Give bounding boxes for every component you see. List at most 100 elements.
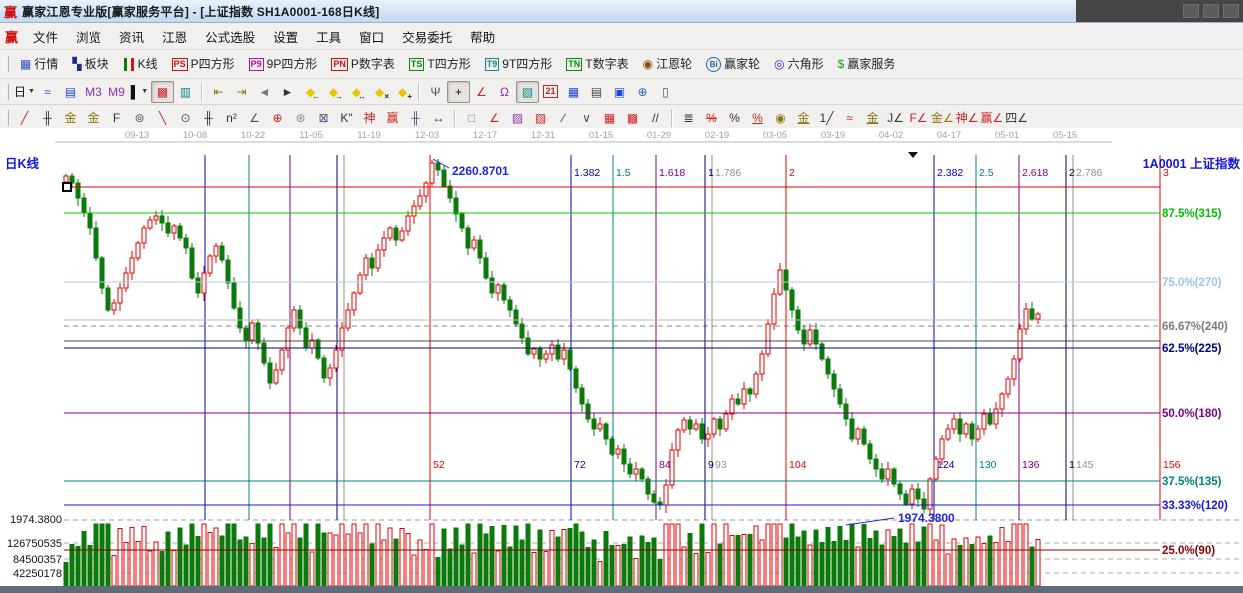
menu-item-公式选股[interactable]: 公式选股 [196, 23, 264, 50]
time-grid-icon[interactable]: ╫ [36, 107, 59, 129]
gold-angle-icon[interactable]: 金∠ [930, 107, 955, 129]
maximize-icon[interactable] [1203, 4, 1219, 18]
candle-style-icon[interactable]: ▌▼ [128, 81, 151, 103]
measure-pen-icon[interactable]: ╲ [151, 107, 174, 129]
menu-item-江恩[interactable]: 江恩 [153, 23, 196, 50]
gold-base-icon[interactable]: 金 [861, 107, 884, 129]
wave-overlay-icon[interactable]: ≈ [838, 107, 861, 129]
web-sync-icon[interactable]: ⊕ [631, 81, 654, 103]
notes-icon[interactable]: ▤ [585, 81, 608, 103]
gann-fan-icon[interactable]: ∠ [483, 107, 506, 129]
gann-wheel-button[interactable]: ◉江恩轮 [636, 52, 700, 76]
fib-grid-icon[interactable]: F [105, 107, 128, 129]
histogram-panel-icon[interactable]: ▥ [174, 81, 197, 103]
menu-item-窗口[interactable]: 窗口 [350, 23, 393, 50]
info-panel-icon[interactable]: ▤ [59, 81, 82, 103]
next-bar-icon[interactable]: ► [276, 81, 299, 103]
menu-item-帮助[interactable]: 帮助 [461, 23, 504, 50]
compress-xy-icon[interactable]: ◆× [368, 81, 391, 103]
menu-item-资讯[interactable]: 资讯 [110, 23, 153, 50]
win-angle-icon[interactable]: 赢∠ [980, 107, 1005, 129]
percent-line-icon[interactable]: % [700, 107, 723, 129]
hexagon-button[interactable]: ◎六角形 [767, 52, 831, 76]
pen-tool-icon[interactable]: ╱ [13, 107, 36, 129]
market-quotes-button[interactable]: ▦行情 [13, 52, 65, 76]
kline-chart-button[interactable]: K线 [116, 52, 165, 76]
grid-123-icon[interactable]: ╫ [404, 107, 427, 129]
workstation-icon[interactable]: ▯ [654, 81, 677, 103]
gold-circle-icon[interactable]: ◉ [769, 107, 792, 129]
box-frame-icon[interactable]: □ [460, 107, 483, 129]
shen-angle-icon[interactable]: 神∠ [955, 107, 980, 129]
p-square-button[interactable]: PSP四方形 [165, 52, 242, 76]
span-measure-icon[interactable]: ↔ [427, 107, 450, 129]
period-selector-icon[interactable]: 日▼ [13, 81, 36, 103]
last-page-icon[interactable]: ⇥ [230, 81, 253, 103]
9t-square-button[interactable]: T99T四方形 [478, 52, 560, 76]
wave-9-icon[interactable]: M9 [105, 81, 128, 103]
calculator-icon[interactable]: ▦ [562, 81, 585, 103]
9p-square-button[interactable]: P99P四方形 [242, 52, 325, 76]
menu-item-设置[interactable]: 设置 [264, 23, 307, 50]
save-icon[interactable]: ▣ [608, 81, 631, 103]
fan-box-red-icon[interactable]: ▧ [529, 107, 552, 129]
first-page-icon[interactable]: ⇤ [207, 81, 230, 103]
j-angle-icon[interactable]: J∠ [884, 107, 907, 129]
pattern-overlay-icon[interactable]: ≈ [36, 81, 59, 103]
wave-3-icon[interactable]: M3 [82, 81, 105, 103]
sectors-button[interactable]: ▚板块 [65, 52, 115, 76]
trend-lines-icon[interactable]: ∕ [552, 107, 575, 129]
pen-1-icon[interactable]: 1╱ [815, 107, 838, 129]
pattern-red-icon[interactable]: ▩ [151, 81, 174, 103]
menu-item-文件[interactable]: 文件 [24, 23, 67, 50]
gann-shape-icon[interactable]: Ω [493, 81, 516, 103]
toolbar-grip[interactable] [4, 84, 9, 100]
toolbar-grip[interactable] [4, 56, 9, 72]
gold-grid-icon[interactable]: 金 [59, 107, 82, 129]
grid-red-arrow-icon[interactable]: ▩ [621, 107, 644, 129]
menu-item-交易委托[interactable]: 交易委托 [393, 23, 461, 50]
toolbar-grip[interactable] [4, 110, 9, 126]
winner-service-button[interactable]: $赢家服务 [831, 52, 903, 76]
compass-star-icon[interactable]: ⊛ [289, 107, 312, 129]
v-lines-icon[interactable]: ∨ [575, 107, 598, 129]
shen-grid-icon[interactable]: 神 [358, 107, 381, 129]
fan-box-purple-icon[interactable]: ▨ [506, 107, 529, 129]
zoom-in-x-icon[interactable]: ◆→ [322, 81, 345, 103]
menu-item-浏览[interactable]: 浏览 [67, 23, 110, 50]
t-square-button[interactable]: TST四方形 [402, 52, 478, 76]
stats-columns-icon[interactable]: ≣ [677, 107, 700, 129]
n2-grid-icon[interactable]: n² [220, 107, 243, 129]
time-cycle-icon[interactable]: ⊙ [174, 107, 197, 129]
pattern-teal-icon[interactable]: ▧ [516, 81, 539, 103]
chart-canvas[interactable]: 66.67%(240)87.5%(315)75.0%(270)62.5%(225… [0, 128, 1243, 593]
menu-item-工具[interactable]: 工具 [307, 23, 350, 50]
gold-grid-2-icon[interactable]: 金 [82, 107, 105, 129]
percent-icon[interactable]: % [723, 107, 746, 129]
calendar-icon[interactable]: 21 [539, 81, 562, 103]
hand-tool-icon[interactable]: Ψ [424, 81, 447, 103]
gold-level-icon[interactable]: 金 [792, 107, 815, 129]
crosshair-tool-icon[interactable]: + [447, 81, 470, 103]
f-angle-icon[interactable]: F∠ [907, 107, 930, 129]
winner-wheel-button[interactable]: Bi赢家轮 [699, 52, 767, 76]
grid-red-icon[interactable]: ▦ [598, 107, 621, 129]
t-number-table-button[interactable]: TNT数字表 [559, 52, 635, 76]
win-grid-icon[interactable]: 赢 [381, 107, 404, 129]
percent-red-icon[interactable]: % [746, 107, 769, 129]
minimize-icon[interactable] [1183, 4, 1199, 18]
close-icon[interactable] [1223, 4, 1239, 18]
angle-measure-icon[interactable]: ∠ [470, 81, 493, 103]
slant-lines-icon[interactable]: // [644, 107, 667, 129]
compass-cross-icon[interactable]: ⊕ [266, 107, 289, 129]
compass-grid-icon[interactable]: ⊠ [312, 107, 335, 129]
prev-bar-icon[interactable]: ◄ [253, 81, 276, 103]
mirror-angle-icon[interactable]: ∠ [243, 107, 266, 129]
four-angle-icon[interactable]: 四∠ [1004, 107, 1029, 129]
expand-x-icon[interactable]: ◆↔ [345, 81, 368, 103]
k-mark-icon[interactable]: K" [335, 107, 358, 129]
p-number-table-button[interactable]: PNP数字表 [324, 52, 402, 76]
spiral-tool-icon[interactable]: ⊚ [128, 107, 151, 129]
expand-xy-icon[interactable]: ◆+ [391, 81, 414, 103]
zoom-out-x-icon[interactable]: ◆← [299, 81, 322, 103]
